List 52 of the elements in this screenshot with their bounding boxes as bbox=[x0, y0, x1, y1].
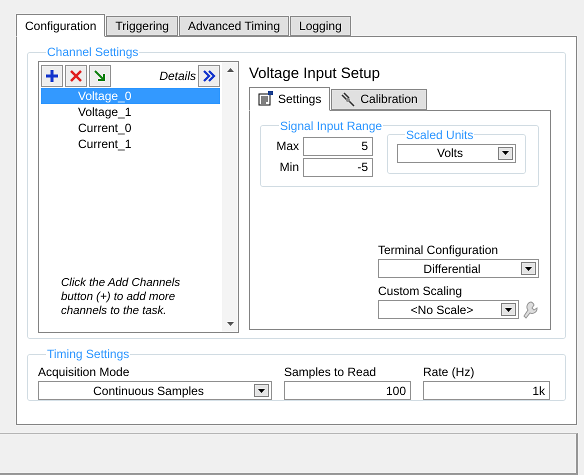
field-label: Custom Scaling bbox=[378, 283, 464, 300]
hint-text: Click the Add Channels button (+) to add more channels to the task. bbox=[60, 276, 182, 318]
tab[interactable]: Calibration bbox=[331, 88, 427, 110]
dropdown-button[interactable] bbox=[498, 146, 513, 160]
field-label: Min bbox=[278, 159, 299, 176]
move-button[interactable] bbox=[89, 65, 111, 87]
group-title: Channel Settings bbox=[46, 44, 140, 61]
close-icon bbox=[70, 70, 82, 82]
numeric-field[interactable]: 100 bbox=[284, 381, 411, 400]
group-title: Timing Settings bbox=[46, 346, 130, 363]
numeric-field[interactable]: 1k bbox=[423, 381, 550, 400]
tab[interactable]: Configuration bbox=[16, 14, 106, 37]
scroll-up-icon bbox=[226, 68, 234, 72]
dropdown[interactable]: <No Scale> bbox=[378, 300, 519, 319]
tab[interactable]: Logging bbox=[290, 16, 351, 36]
numeric-field[interactable]: 5 bbox=[303, 136, 373, 156]
plus-icon bbox=[45, 69, 59, 83]
dropdown-button[interactable] bbox=[501, 303, 516, 316]
field-label: Rate (Hz) bbox=[423, 364, 476, 381]
tab[interactable]: Triggering bbox=[106, 16, 178, 36]
probe-icon bbox=[340, 92, 356, 107]
section-title: Voltage Input Setup bbox=[249, 64, 381, 84]
arrow-icon bbox=[93, 69, 107, 83]
add-button[interactable] bbox=[41, 65, 63, 87]
field-label: Acquisition Mode bbox=[38, 364, 130, 381]
tab[interactable]: Settings bbox=[249, 86, 330, 111]
group-title: Scaled Units bbox=[405, 126, 474, 144]
dropdown-button[interactable] bbox=[254, 384, 269, 397]
field-label: Max bbox=[275, 138, 299, 156]
caret-icon bbox=[505, 308, 512, 312]
caret-icon bbox=[258, 388, 265, 392]
dropdown-button[interactable] bbox=[521, 262, 536, 275]
field-label: Terminal Configuration bbox=[378, 242, 500, 259]
wrench-icon[interactable] bbox=[522, 300, 538, 318]
channel-item[interactable]: Current_0 bbox=[41, 120, 220, 136]
remove-button[interactable] bbox=[65, 65, 87, 87]
numeric-field[interactable]: -5 bbox=[303, 158, 373, 177]
tab[interactable]: Advanced Timing bbox=[178, 16, 290, 36]
dropdown[interactable]: Continuous Samples bbox=[38, 381, 272, 400]
details-label: Details bbox=[159, 68, 196, 85]
channel-item[interactable]: Current_1 bbox=[41, 136, 220, 152]
scroll-down-icon bbox=[226, 322, 234, 326]
group-title: Signal Input Range bbox=[279, 118, 384, 135]
dropdown[interactable]: Differential bbox=[378, 259, 539, 278]
dropdown[interactable]: Volts bbox=[397, 144, 516, 163]
caret-icon bbox=[525, 266, 532, 270]
details-button[interactable] bbox=[198, 65, 220, 87]
caret-icon bbox=[502, 151, 509, 156]
double-chevron-icon bbox=[202, 70, 216, 82]
channel-item[interactable]: Voltage_1 bbox=[41, 104, 220, 120]
form-icon bbox=[258, 91, 274, 106]
field-label: Samples to Read bbox=[284, 364, 378, 381]
